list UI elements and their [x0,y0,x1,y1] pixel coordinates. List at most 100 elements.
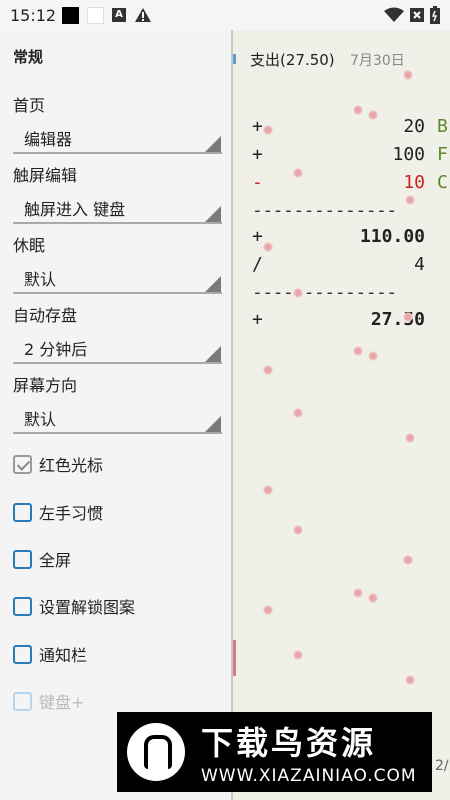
status-bar: 15:12 A [0,0,450,30]
line-amount: 100 [392,144,425,165]
flower-decoration-icon [293,288,303,298]
autosave-spinner[interactable]: 2 分钟后 [13,330,222,364]
dropdown-triangle-icon [205,206,221,222]
line-amount: 27.50 [370,309,425,330]
spinner-value: 编辑器 [24,130,73,149]
section-title: 常规 [13,48,44,66]
flower-decoration-icon [353,588,363,598]
dropdown-triangle-icon [205,346,221,362]
checkbox-label: 左手习惯 [39,504,104,523]
left-hand-checkbox[interactable] [13,502,32,522]
line-amount: 10 [403,172,425,193]
editor-panel[interactable]: 支出(27.50) 7月30日 + 20 B + 100 F - 10 C --… [233,30,450,800]
line-operator: + [252,309,263,330]
flower-decoration-icon [293,168,303,178]
flower-decoration-icon [353,105,363,115]
line-operator: - [252,172,263,193]
notification-bar-checkbox[interactable] [13,644,32,664]
checkbox-label: 键盘+ [39,693,85,712]
watermark-name: 下载鸟资源 [201,724,377,762]
line-amount: 4 [414,254,425,275]
dropdown-triangle-icon [205,416,221,432]
divisor-line[interactable]: / 4 [252,254,450,282]
line-amount: 110.00 [359,226,425,247]
flower-decoration-icon [263,605,273,615]
flower-decoration-icon [263,365,273,375]
ledger-line[interactable]: - 10 C [252,172,450,200]
notification-bar-option[interactable]: 通知栏 [13,642,87,666]
flower-decoration-icon [293,525,303,535]
spinner-value: 默认 [24,270,57,289]
line-amount: 20 [403,116,425,137]
left-hand-option[interactable]: 左手习惯 [13,500,103,524]
line-operator: + [252,116,263,137]
line-tag: C [437,172,448,193]
flower-decoration-icon [368,593,378,603]
flower-decoration-icon [293,408,303,418]
spinner-value: 默认 [24,410,57,429]
flower-decoration-icon [405,195,415,205]
flower-decoration-icon [403,555,413,565]
scroll-indicator[interactable] [233,640,236,676]
warning-icon [135,8,151,22]
separator-line: -------------- [252,200,397,221]
black-square-icon [62,6,79,24]
bird-logo-icon [127,723,185,781]
result-line[interactable]: + 27.50 [252,309,450,337]
spinner-value: 2 分钟后 [24,340,88,359]
dropdown-triangle-icon [205,276,221,292]
flower-decoration-icon [405,675,415,685]
flower-decoration-icon [293,650,303,660]
red-cursor-option[interactable]: 红色光标 [13,452,103,476]
fullscreen-checkbox[interactable] [13,549,32,569]
flower-decoration-icon [403,312,413,322]
watermark-url: WWW.XIAZAINIAO.COM [201,766,417,786]
sleep-spinner[interactable]: 默认 [13,260,222,294]
flower-decoration-icon [368,351,378,361]
touch-edit-spinner[interactable]: 触屏进入 键盘 [13,190,222,224]
home-spinner[interactable]: 编辑器 [13,120,222,154]
subtotal-line[interactable]: + 110.00 [252,226,450,254]
unlock-pattern-checkbox[interactable] [13,596,32,616]
flower-decoration-icon [405,433,415,443]
note-date: 7月30日 [350,53,405,69]
line-tag: F [437,144,448,165]
flower-decoration-icon [263,125,273,135]
line-operator: / [252,254,263,275]
ledger-line[interactable]: + 100 F [252,144,450,172]
separator-line: -------------- [252,282,397,303]
pref-label-touch-edit: 触屏编辑 [13,166,78,185]
pref-label-autosave: 自动存盘 [13,306,78,325]
wifi-icon [384,7,404,22]
line-operator: + [252,144,263,165]
watermark-text: 下载鸟资源 WWW.XIAZAINIAO.COM [201,718,417,786]
unlock-pattern-option[interactable]: 设置解锁图案 [13,594,135,618]
pref-label-orientation: 屏幕方向 [13,376,78,395]
ledger-line[interactable]: + 20 B [252,116,450,144]
status-time: 15:12 [10,5,57,25]
checkbox-label: 设置解锁图案 [39,598,136,617]
orientation-spinner[interactable]: 默认 [13,400,222,434]
settings-sidebar: 常规 首页 编辑器 触屏编辑 触屏进入 键盘 休眠 默认 自动存盘 2 分钟后 … [0,30,231,800]
flower-decoration-icon [353,346,363,356]
note-title: 支出(27.50) [250,51,335,69]
white-square-icon [87,6,104,24]
checkbox-label: 全屏 [39,551,72,570]
fullscreen-option[interactable]: 全屏 [13,547,71,571]
keyboard-plus-option: 键盘+ [13,689,84,713]
pref-label-sleep: 休眠 [13,236,46,255]
watermark: 下载鸟资源 WWW.XIAZAINIAO.COM [117,712,432,792]
close-box-icon [410,8,424,22]
flower-decoration-icon [263,485,273,495]
keyboard-plus-checkbox [13,691,32,711]
line-operator: + [252,226,263,247]
red-cursor-checkbox[interactable] [13,454,32,474]
dropdown-triangle-icon [205,136,221,152]
checkbox-label: 通知栏 [39,646,88,665]
flower-decoration-icon [403,70,413,80]
page-indicator: 2/ [435,758,449,774]
line-tag: B [437,116,448,137]
pref-label-home: 首页 [13,96,46,115]
checkbox-label: 红色光标 [39,456,104,475]
flower-decoration-icon [368,110,378,120]
